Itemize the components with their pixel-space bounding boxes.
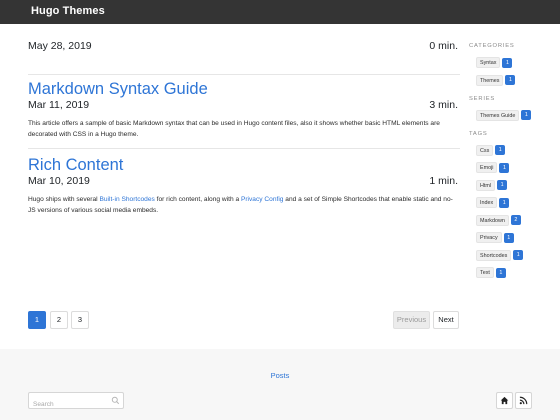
tag-index[interactable]: Index 1	[476, 196, 559, 209]
series-section: SERIES Themes Guide 1	[469, 96, 559, 122]
post-read-time: 1 min.	[429, 175, 458, 187]
post-item: Markdown Syntax Guide Mar 11, 2019 3 min…	[28, 80, 460, 156]
post-title-link[interactable]: Markdown Syntax Guide	[28, 80, 460, 98]
builtin-shortcodes-link[interactable]: Built-in Shortcodes	[99, 196, 154, 203]
top-navbar: Hugo Themes	[0, 0, 560, 24]
chip-label: Themes Guide	[476, 109, 520, 121]
post-list: May 28, 2019 0 min. Markdown Syntax Guid…	[28, 40, 460, 216]
next-button[interactable]: Next	[433, 311, 459, 329]
chip-label: Css	[476, 144, 494, 156]
post-item: Rich Content Mar 10, 2019 1 min. Hugo sh…	[28, 156, 460, 216]
tag-css[interactable]: Css 1	[476, 144, 559, 157]
chip-label: Themes	[476, 74, 504, 86]
tags-heading: TAGS	[469, 130, 488, 137]
tag-emoji[interactable]: Emoji 1	[476, 161, 559, 174]
tags-section: TAGS Css 1 Emoji 1 Html 1 Index 1 Markdown 2 …	[469, 131, 559, 280]
chip-label: Markdown	[476, 214, 509, 226]
tag-shortcodes[interactable]: Shortcodes 1	[476, 249, 559, 262]
previous-button[interactable]: Previous	[393, 311, 430, 329]
chip-count: 1	[495, 267, 506, 278]
summary-text: Hugo ships with several	[28, 196, 100, 203]
chip-label: Privacy	[476, 232, 502, 243]
chip-count: 1	[497, 180, 508, 190]
series-themes-guide[interactable]: Themes Guide 1	[476, 109, 559, 122]
chip-label: Emoji	[476, 162, 498, 173]
footer-posts-link[interactable]: Posts	[0, 371, 560, 380]
post-read-time: 3 min.	[429, 99, 458, 111]
privacy-config-link[interactable]: Privacy Config	[241, 196, 284, 203]
post-date: May 28, 2019	[28, 40, 92, 52]
footer: Posts	[0, 349, 560, 420]
page-2-button[interactable]: 2	[50, 311, 68, 329]
search-field[interactable]	[28, 392, 124, 412]
tag-text[interactable]: Text 1	[476, 266, 559, 279]
page-3-button[interactable]: 3	[71, 311, 89, 329]
chip-count: 2	[510, 215, 521, 225]
post-item: May 28, 2019 0 min.	[28, 40, 460, 73]
sidebar: CATEGORIES Syntax 1 Themes 1 SERIES Themes…	[469, 43, 559, 288]
site-brand[interactable]: Hugo Themes	[31, 5, 105, 17]
chip-label: Html	[476, 179, 496, 191]
series-heading: SERIES	[469, 95, 496, 102]
post-summary: This article offers a sample of basic Ma…	[28, 120, 440, 138]
chip-label: Text	[476, 267, 494, 278]
tag-markdown[interactable]: Markdown 2	[476, 214, 559, 227]
post-date: Mar 10, 2019	[28, 175, 90, 187]
chip-label: Index	[476, 197, 498, 208]
post-meta: Mar 10, 2019 1 min.	[28, 175, 460, 195]
chip-count: 1	[503, 232, 514, 243]
post-summary: Hugo ships with several Built-in Shortco…	[28, 194, 460, 216]
category-themes[interactable]: Themes 1	[476, 74, 559, 87]
chip-count: 1	[513, 250, 524, 260]
chip-count: 1	[495, 145, 506, 155]
post-meta: Mar 11, 2019 3 min.	[28, 99, 460, 119]
chip-label: Shortcodes	[476, 249, 512, 261]
post-title-link[interactable]: Rich Content	[28, 156, 460, 174]
chip-count: 1	[499, 197, 510, 208]
page-1-button[interactable]: 1	[28, 311, 46, 329]
post-divider	[28, 148, 460, 149]
chip-count: 1	[502, 57, 513, 68]
search-icon[interactable]	[111, 396, 120, 405]
home-button[interactable]	[496, 392, 513, 409]
post-read-time: 0 min.	[429, 40, 458, 52]
chip-count: 1	[505, 75, 516, 85]
summary-text: for rich content, along with a	[154, 196, 241, 203]
chip-count: 1	[521, 110, 532, 120]
search-input[interactable]	[29, 397, 109, 412]
home-icon	[500, 396, 509, 405]
category-syntax[interactable]: Syntax 1	[476, 56, 559, 69]
tag-privacy[interactable]: Privacy 1	[476, 231, 559, 244]
post-divider	[28, 74, 460, 75]
categories-heading: CATEGORIES	[469, 43, 515, 49]
rss-button[interactable]	[515, 392, 532, 409]
post-date: Mar 11, 2019	[28, 99, 90, 111]
categories-section: CATEGORIES Syntax 1 Themes 1	[469, 43, 559, 87]
rss-icon	[519, 396, 528, 405]
post-meta: May 28, 2019 0 min.	[28, 40, 460, 60]
tag-html[interactable]: Html 1	[476, 179, 559, 192]
chip-label: Syntax	[476, 57, 501, 68]
chip-count: 1	[499, 162, 510, 173]
